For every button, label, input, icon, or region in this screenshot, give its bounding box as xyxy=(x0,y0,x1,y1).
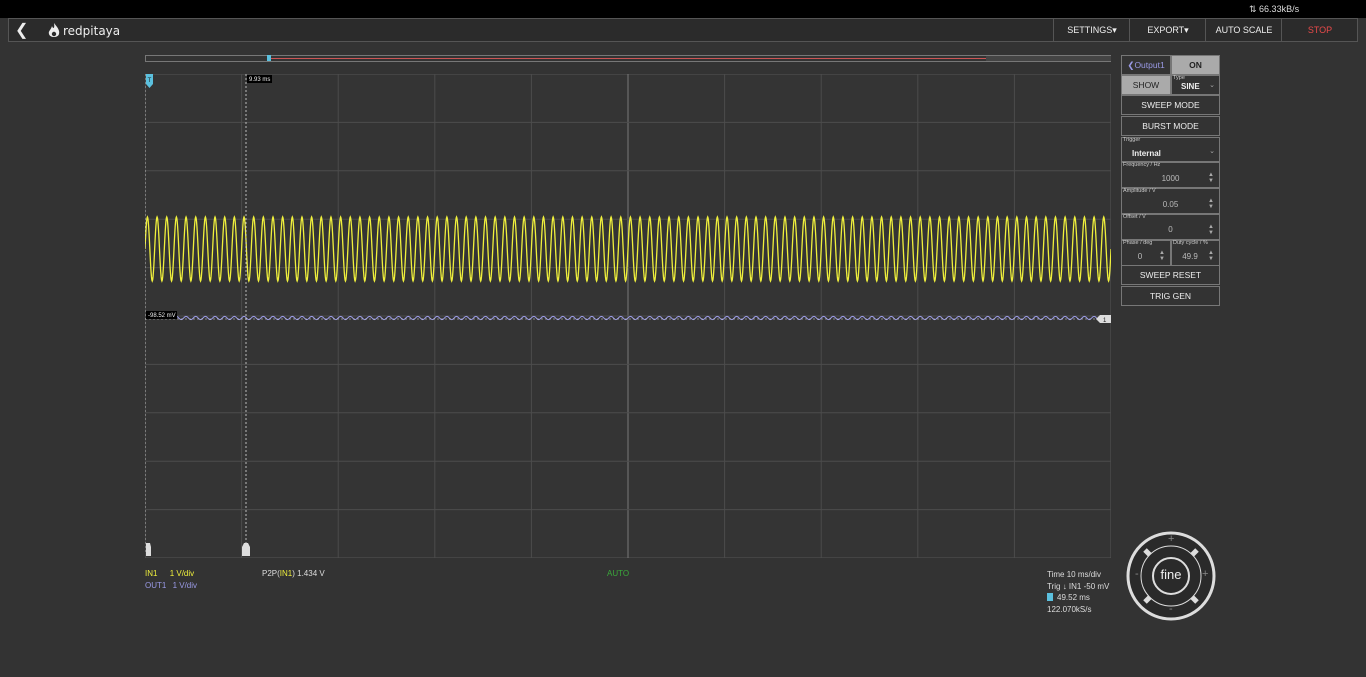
settings-menu-button[interactable]: SETTINGS▾ xyxy=(1053,19,1130,41)
amplitude-label: Amplitude / V xyxy=(1123,188,1156,194)
logo: redpitaya xyxy=(47,21,120,41)
frequency-value: 1000 xyxy=(1161,174,1180,183)
trigger-delay-icon xyxy=(1047,593,1053,601)
zoom-window xyxy=(986,56,1111,61)
amplitude-field[interactable]: Amplitude / V 0.05 ▲ ▼ xyxy=(1121,188,1220,214)
offset-label: Offset / V xyxy=(1123,214,1146,220)
stepper-icon[interactable]: ▲ ▼ xyxy=(1208,172,1214,184)
stepper-icon[interactable]: ▲ ▼ xyxy=(1159,250,1165,262)
chevron-down-icon: ⌄ xyxy=(1209,82,1215,89)
joystick-right-button[interactable]: + xyxy=(1202,568,1208,580)
trig-gen-button[interactable]: TRIG GEN xyxy=(1121,286,1220,306)
navigation-joystick[interactable]: fine + - - + xyxy=(1125,531,1217,628)
export-menu-button[interactable]: EXPORT▾ xyxy=(1129,19,1206,41)
type-value: SINE xyxy=(1181,82,1200,91)
trigger-label: Trigger xyxy=(1123,137,1141,143)
amplitude-value: 0.05 xyxy=(1162,200,1179,209)
out1-channel-name: OUT1 xyxy=(145,581,167,590)
trigger-mode-status: AUTO xyxy=(607,569,630,578)
top-status-bar: ⇅ 66.33kB/s xyxy=(0,0,1366,18)
trigger-bottom-marker[interactable] xyxy=(146,543,151,556)
frequency-label: Frequency / Hz xyxy=(1123,162,1161,168)
show-button[interactable]: SHOW xyxy=(1121,75,1171,95)
out1-scale-value: 1 V/div xyxy=(172,581,198,590)
trigger-delay: 49.52 ms xyxy=(1047,592,1109,604)
sample-rate: 122.070kS/s xyxy=(1047,604,1092,614)
phase-value: 0 xyxy=(1137,252,1143,261)
cursor-bottom-marker[interactable] xyxy=(242,543,250,556)
joystick-up-button[interactable]: + xyxy=(1168,533,1174,545)
type-label: Type xyxy=(1173,75,1185,81)
stepper-icon[interactable]: ▲ ▼ xyxy=(1208,250,1214,262)
output1-tab[interactable]: ❮Output1 xyxy=(1121,55,1171,75)
back-arrow-icon[interactable]: ❮ xyxy=(15,20,28,40)
trigger-delay-value: 49.52 ms xyxy=(1057,593,1090,602)
phase-label: Phase / deg xyxy=(1123,240,1153,246)
time-cursor-value: 9.93 ms xyxy=(249,77,270,83)
p2p-measurement: P2P(IN1) 1.434 V xyxy=(262,569,325,578)
data-rate-value: 66.33kB/s xyxy=(1259,4,1300,14)
zoom-handle[interactable] xyxy=(267,55,271,61)
sweep-reset-button[interactable]: SWEEP RESET xyxy=(1121,265,1220,285)
trigger-select[interactable]: Trigger Internal ⌄ xyxy=(1121,137,1220,162)
timebase-info: Time 10 ms/div Trig ↓ IN1 -50 mV 49.52 m… xyxy=(1047,569,1109,615)
chevron-down-icon: ⌄ xyxy=(1209,148,1215,155)
duty-cycle-label: Duty cycle / % xyxy=(1173,240,1208,246)
in1-scale-info[interactable]: IN1 1 V/div xyxy=(145,569,194,578)
burst-mode-button[interactable]: BURST MODE xyxy=(1121,116,1220,136)
in1-scale-value: 1 V/div xyxy=(169,569,195,578)
trigger-info: Trig ↓ IN1 -50 mV xyxy=(1047,581,1110,591)
time-zoom-bar[interactable] xyxy=(145,55,1111,62)
offset-value: 0 xyxy=(1168,225,1173,234)
frequency-field[interactable]: Frequency / Hz 1000 ▲ ▼ xyxy=(1121,162,1220,188)
output-on-toggle[interactable]: ON xyxy=(1171,55,1220,75)
navigation-bar: ❮ redpitaya SETTINGS▾ EXPORT▾ AUTO SCALE… xyxy=(8,18,1358,42)
joystick-left-button[interactable]: - xyxy=(1135,568,1139,580)
duty-cycle-value: 49.9 xyxy=(1182,252,1198,261)
offset-field[interactable]: Offset / V 0 ▲ ▼ xyxy=(1121,214,1220,240)
joystick-down-button[interactable]: - xyxy=(1169,603,1173,615)
trigger-marker-label: T xyxy=(148,78,152,84)
buffer-range-line xyxy=(270,58,986,59)
time-per-div: Time 10 ms/div xyxy=(1047,570,1101,579)
type-select[interactable]: Type SINE ⌄ xyxy=(1171,75,1220,95)
plot-canvas: T 9.93 ms -98.52 mV 1 xyxy=(144,73,1112,559)
phase-field[interactable]: Phase / deg 0 ▲ ▼ xyxy=(1121,240,1171,266)
stepper-icon[interactable]: ▲ ▼ xyxy=(1208,198,1214,210)
voltage-cursor-label: -98.52 mV xyxy=(146,311,177,319)
p2p-channel: IN1 xyxy=(279,569,293,578)
p2p-prefix: P2P( xyxy=(262,569,280,578)
data-rate-indicator: ⇅ 66.33kB/s xyxy=(1249,4,1300,14)
autoscale-button[interactable]: AUTO SCALE xyxy=(1205,19,1282,41)
voltage-cursor-value: -98.52 mV xyxy=(148,313,176,319)
in1-channel-name: IN1 xyxy=(145,569,158,578)
duty-cycle-field[interactable]: Duty cycle / % 49.9 ▲ ▼ xyxy=(1171,240,1220,266)
output1-label: Output1 xyxy=(1134,60,1165,70)
oscilloscope-plot[interactable]: T 9.93 ms -98.52 mV 1 xyxy=(144,73,1112,563)
flame-icon xyxy=(48,23,60,37)
stop-button[interactable]: STOP xyxy=(1281,19,1358,41)
stepper-icon[interactable]: ▲ ▼ xyxy=(1208,224,1214,236)
brand-name: redpitaya xyxy=(63,24,121,38)
out1-scale-info[interactable]: OUT1 1 V/div xyxy=(145,581,197,590)
trigger-value: Internal xyxy=(1132,149,1161,158)
sweep-mode-button[interactable]: SWEEP MODE xyxy=(1121,95,1220,115)
time-cursor-label: 9.93 ms xyxy=(247,75,272,83)
p2p-value: ) 1.434 V xyxy=(292,569,325,578)
